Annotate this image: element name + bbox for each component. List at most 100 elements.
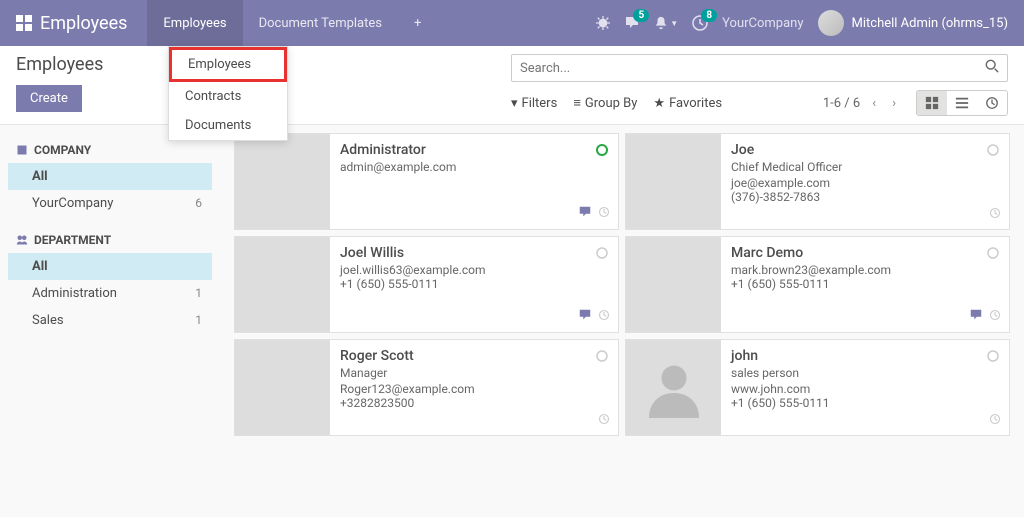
employee-photo <box>235 340 330 435</box>
company-icon <box>16 144 28 156</box>
nav-add[interactable]: + <box>398 0 437 46</box>
pager-next[interactable]: › <box>888 92 900 115</box>
employee-card[interactable]: john sales person www.john.com +1 (650) … <box>625 339 1010 436</box>
employee-email: mark.brown23@example.com <box>731 263 999 277</box>
sidebar-company-all[interactable]: All <box>8 163 212 190</box>
company-switch[interactable]: YourCompany <box>722 16 803 31</box>
sidebar-company-item[interactable]: YourCompany 6 <box>8 190 212 217</box>
employee-name: Marc Demo <box>731 245 999 261</box>
filters-button[interactable]: ▾ Filters <box>511 96 557 111</box>
groupby-button[interactable]: ≡ Group By <box>573 95 637 111</box>
search-box[interactable] <box>511 54 1008 82</box>
employee-email: joel.willis63@example.com <box>340 263 608 277</box>
employees-dropdown: Employees Contracts Documents <box>168 46 288 141</box>
employee-title: Chief Medical Officer <box>731 160 999 174</box>
plus-icon: + <box>414 16 421 31</box>
activity-icon[interactable] <box>989 207 1001 223</box>
status-circle[interactable] <box>596 144 608 160</box>
employee-email: Roger123@example.com <box>340 382 608 396</box>
search-input[interactable] <box>520 61 985 76</box>
nav-right: 5 ▼ 8 YourCompany Mitchell Admin (ohrms_… <box>596 10 1008 36</box>
activity-icon[interactable] <box>598 413 610 429</box>
chevron-down-icon: ▼ <box>670 19 678 28</box>
nav-employees[interactable]: Employees <box>147 0 242 46</box>
pager: 1-6 / 6 ‹ › <box>823 92 900 115</box>
view-activity[interactable] <box>977 91 1007 115</box>
message-icon[interactable] <box>578 205 592 223</box>
user-menu[interactable]: Mitchell Admin (ohrms_15) <box>818 10 1009 36</box>
employee-email: admin@example.com <box>340 160 608 174</box>
apps-icon <box>16 15 32 31</box>
dropdown-contracts[interactable]: Contracts <box>169 82 287 111</box>
employee-title: Manager <box>340 366 608 380</box>
messages-badge: 5 <box>633 9 649 22</box>
sidebar-dept-all[interactable]: All <box>8 253 212 280</box>
content: Administrator admin@example.com Joe Chie… <box>220 125 1024 517</box>
employee-name: Joel Willis <box>340 245 608 261</box>
employee-card[interactable]: Roger Scott Manager Roger123@example.com… <box>234 339 619 436</box>
main: COMPANY All YourCompany 6 DEPARTMENT All… <box>0 125 1024 517</box>
search-icon[interactable] <box>985 59 999 77</box>
employee-card[interactable]: Joe Chief Medical Officer joe@example.co… <box>625 133 1010 230</box>
employee-phone: +1 (650) 555-0111 <box>731 396 999 410</box>
employee-photo <box>235 134 330 229</box>
employee-name: Administrator <box>340 142 608 158</box>
activity-icon[interactable] <box>989 309 1001 325</box>
message-icon[interactable] <box>578 308 592 326</box>
avatar <box>818 10 844 36</box>
person-icon <box>644 358 704 418</box>
toolbar: ▾ Filters ≡ Group By ★ Favorites 1-6 / 6… <box>511 90 1008 116</box>
employee-photo <box>235 237 330 332</box>
view-kanban[interactable] <box>917 91 947 115</box>
employee-phone: +1 (650) 555-0111 <box>340 277 608 291</box>
status-circle[interactable] <box>987 350 999 366</box>
pager-prev[interactable]: ‹ <box>868 92 880 115</box>
navbar: Employees Employees Document Templates +… <box>0 0 1024 46</box>
activities-icon[interactable]: 8 <box>692 15 708 31</box>
employee-photo <box>626 237 721 332</box>
status-circle[interactable] <box>596 350 608 366</box>
status-circle[interactable] <box>987 144 999 160</box>
activities-badge: 8 <box>701 9 717 22</box>
employee-card[interactable]: Administrator admin@example.com <box>234 133 619 230</box>
activity-icon[interactable] <box>989 413 1001 429</box>
nav-menu: Employees Document Templates + <box>147 0 437 46</box>
view-switch <box>916 90 1008 116</box>
debug-icon[interactable] <box>596 16 610 30</box>
employee-card[interactable]: Joel Willis joel.willis63@example.com +1… <box>234 236 619 333</box>
brand[interactable]: Employees <box>16 13 127 34</box>
employee-name: Roger Scott <box>340 348 608 364</box>
employee-phone: +1 (650) 555-0111 <box>731 277 999 291</box>
employee-phone: (376)-3852-7863 <box>731 190 999 204</box>
sidebar-dept-item[interactable]: Sales 1 <box>8 307 212 334</box>
employee-name: john <box>731 348 999 364</box>
activity-icon[interactable] <box>598 309 610 325</box>
employee-photo <box>626 340 721 435</box>
message-icon[interactable] <box>969 308 983 326</box>
status-circle[interactable] <box>987 247 999 263</box>
employee-phone: +3282823500 <box>340 396 608 410</box>
dropdown-employees[interactable]: Employees <box>169 47 287 82</box>
sidebar-dept-item[interactable]: Administration 1 <box>8 280 212 307</box>
status-circle[interactable] <box>596 247 608 263</box>
view-list[interactable] <box>947 91 977 115</box>
favorites-button[interactable]: ★ Favorites <box>653 96 722 111</box>
notifications-icon[interactable]: ▼ <box>654 16 678 30</box>
sidebar: COMPANY All YourCompany 6 DEPARTMENT All… <box>0 125 220 517</box>
activity-icon[interactable] <box>598 206 610 222</box>
user-label: Mitchell Admin (ohrms_15) <box>852 16 1009 31</box>
dept-section: DEPARTMENT <box>8 227 212 253</box>
employee-card[interactable]: Marc Demo mark.brown23@example.com +1 (6… <box>625 236 1010 333</box>
pager-range: 1-6 / 6 <box>823 96 860 111</box>
create-button[interactable]: Create <box>16 85 82 112</box>
employee-photo <box>626 134 721 229</box>
dropdown-documents[interactable]: Documents <box>169 111 287 140</box>
kanban-grid: Administrator admin@example.com Joe Chie… <box>234 133 1010 436</box>
employee-title: sales person <box>731 366 999 380</box>
messages-icon[interactable]: 5 <box>624 15 640 31</box>
nav-document-templates[interactable]: Document Templates <box>243 0 398 46</box>
group-icon: ≡ <box>573 95 581 111</box>
filter-icon: ▾ <box>511 96 518 111</box>
department-icon <box>16 234 28 246</box>
employee-email: www.john.com <box>731 382 999 396</box>
